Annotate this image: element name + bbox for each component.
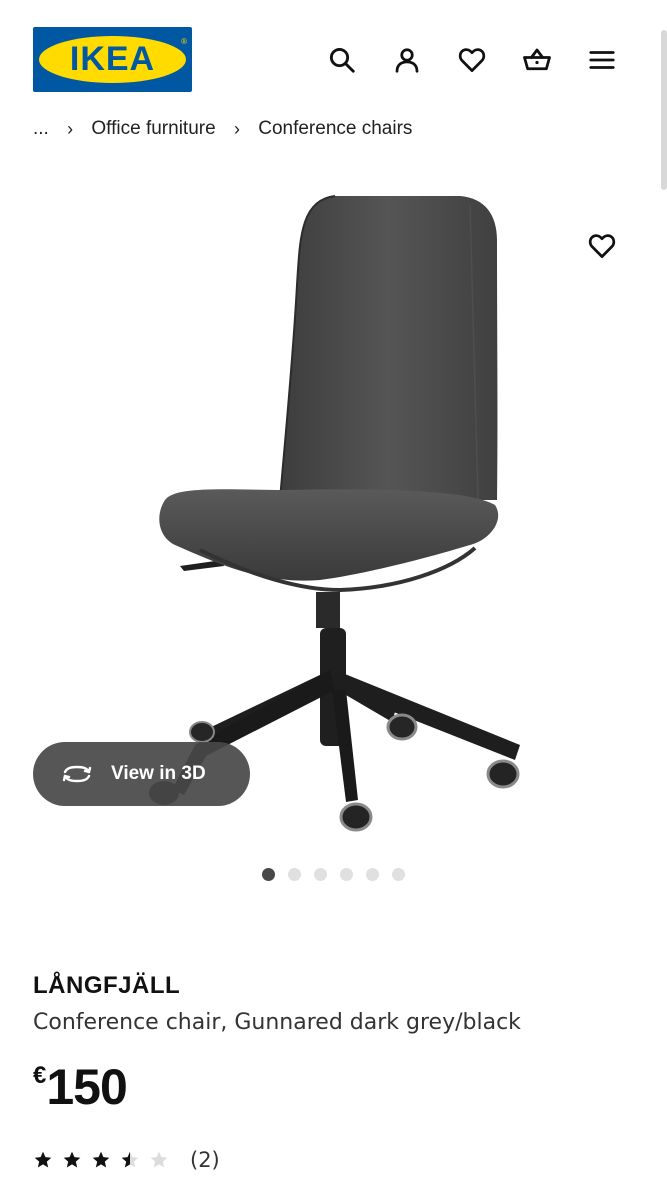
rotate-3d-icon xyxy=(59,762,95,786)
star-icon xyxy=(34,1151,52,1168)
star-icon xyxy=(150,1151,168,1168)
chevron-right-icon: › xyxy=(67,119,74,139)
gallery-dot[interactable] xyxy=(366,868,379,881)
view-in-3d-label: View in 3D xyxy=(111,763,206,784)
basket-button[interactable] xyxy=(517,40,557,80)
favourites-button[interactable] xyxy=(452,40,492,80)
basket-icon xyxy=(523,48,551,71)
logo-registered-mark: ® xyxy=(181,37,187,46)
heart-icon xyxy=(458,48,486,72)
product-description: Conference chair, Gunnared dark grey/bla… xyxy=(33,1010,521,1035)
star-icon xyxy=(63,1151,81,1168)
star-icon xyxy=(121,1151,139,1168)
heart-icon xyxy=(588,234,616,258)
breadcrumb-ellipsis[interactable]: ... xyxy=(33,118,49,140)
price-value: 150 xyxy=(46,1059,127,1115)
logo-text: IKEA xyxy=(69,40,156,78)
product-name: LÅNGFJÄLL xyxy=(33,972,181,999)
page-scrollbar[interactable] xyxy=(661,30,667,190)
price-currency: € xyxy=(33,1062,47,1089)
review-count: (2) xyxy=(190,1148,220,1172)
ikea-logo[interactable]: IKEA ® xyxy=(33,27,192,92)
breadcrumb: ... › Office furniture › Conference chai… xyxy=(33,118,412,140)
search-button[interactable] xyxy=(322,40,362,80)
star-icon xyxy=(92,1151,110,1168)
account-button[interactable] xyxy=(387,40,427,80)
gallery-pagination xyxy=(262,868,405,882)
gallery-dot[interactable] xyxy=(288,868,301,881)
logo-oval: IKEA xyxy=(39,36,186,83)
search-icon xyxy=(329,47,355,73)
menu-icon xyxy=(589,51,615,69)
breadcrumb-item-conference-chairs[interactable]: Conference chairs xyxy=(258,118,412,140)
gallery-dot[interactable] xyxy=(340,868,353,881)
add-to-favourites-button[interactable] xyxy=(582,226,622,266)
site-header: IKEA ® xyxy=(0,0,667,110)
product-rating[interactable]: (2) xyxy=(33,1146,220,1174)
menu-button[interactable] xyxy=(582,40,622,80)
product-price: €150 xyxy=(33,1058,128,1116)
breadcrumb-item-office-furniture[interactable]: Office furniture xyxy=(91,118,215,140)
gallery-dot[interactable] xyxy=(314,868,327,881)
gallery-dot[interactable] xyxy=(392,868,405,881)
user-icon xyxy=(395,48,419,73)
rating-stars xyxy=(33,1150,178,1170)
view-in-3d-button[interactable]: View in 3D xyxy=(33,742,250,806)
chevron-right-icon: › xyxy=(233,119,240,139)
gallery-dot[interactable] xyxy=(262,868,275,881)
